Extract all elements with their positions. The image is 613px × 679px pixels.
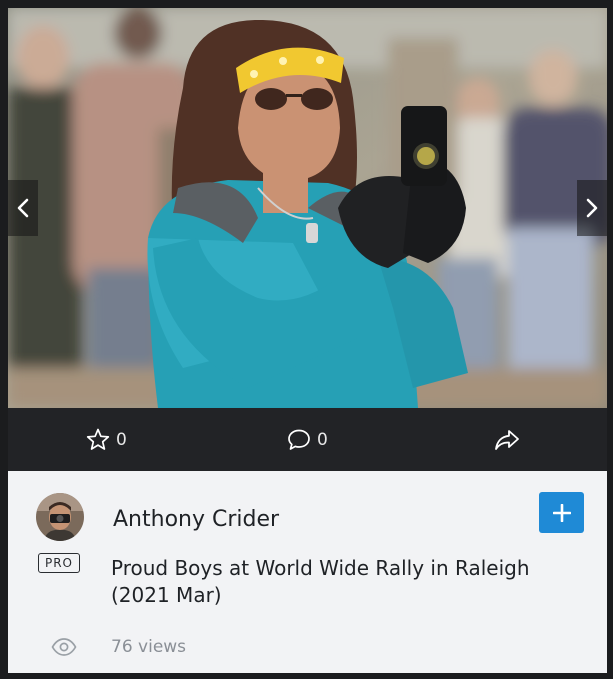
plus-icon [552, 503, 571, 522]
chevron-right-icon [586, 198, 598, 218]
avatar-image [36, 493, 84, 541]
follow-button[interactable] [539, 492, 584, 533]
comments-count: 0 [317, 429, 328, 450]
chevron-left-icon [17, 198, 29, 218]
share-button[interactable] [494, 408, 520, 471]
star-icon [86, 428, 110, 450]
share-icon [495, 429, 519, 450]
avatar[interactable] [36, 493, 84, 541]
views-count: 76 views [111, 637, 187, 657]
comment-icon [288, 429, 310, 450]
action-bar: 0 0 [8, 408, 607, 471]
photo-image [8, 8, 607, 408]
pro-badge: PRO [38, 553, 80, 573]
photo-card: 0 0 Anthony Crider PRO Proud Boys at Wor… [8, 8, 607, 673]
previous-photo-button[interactable] [8, 180, 38, 236]
next-photo-button[interactable] [577, 180, 607, 236]
like-button[interactable]: 0 [86, 408, 127, 471]
photo-title: Proud Boys at World Wide Rally in Raleig… [111, 556, 530, 607]
photo[interactable] [8, 8, 607, 408]
comment-button[interactable]: 0 [287, 408, 328, 471]
eye-icon [51, 638, 77, 660]
photo-info: Anthony Crider PRO Proud Boys at World W… [8, 471, 607, 673]
author-name[interactable]: Anthony Crider [113, 507, 279, 532]
likes-count: 0 [116, 429, 127, 450]
